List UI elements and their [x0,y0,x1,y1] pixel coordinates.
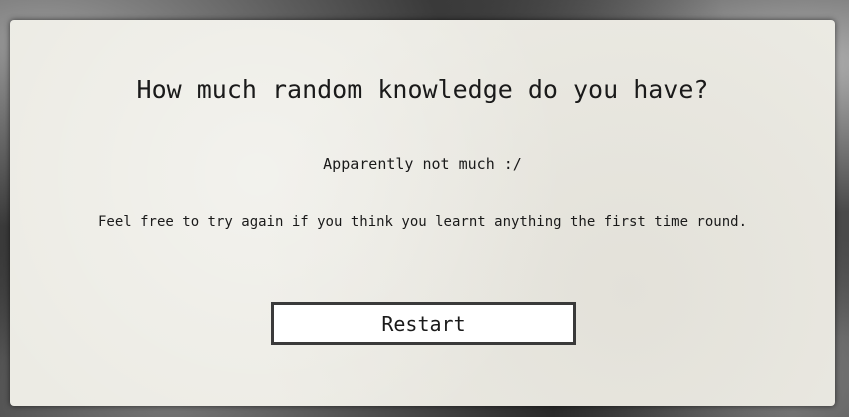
restart-button[interactable]: Restart [271,302,576,345]
quiz-result-card: How much random knowledge do you have? A… [10,20,835,406]
retry-message: Feel free to try again if you think you … [97,214,747,230]
quiz-title: How much random knowledge do you have? [136,75,709,104]
result-text: Apparently not much :/ [323,155,522,173]
